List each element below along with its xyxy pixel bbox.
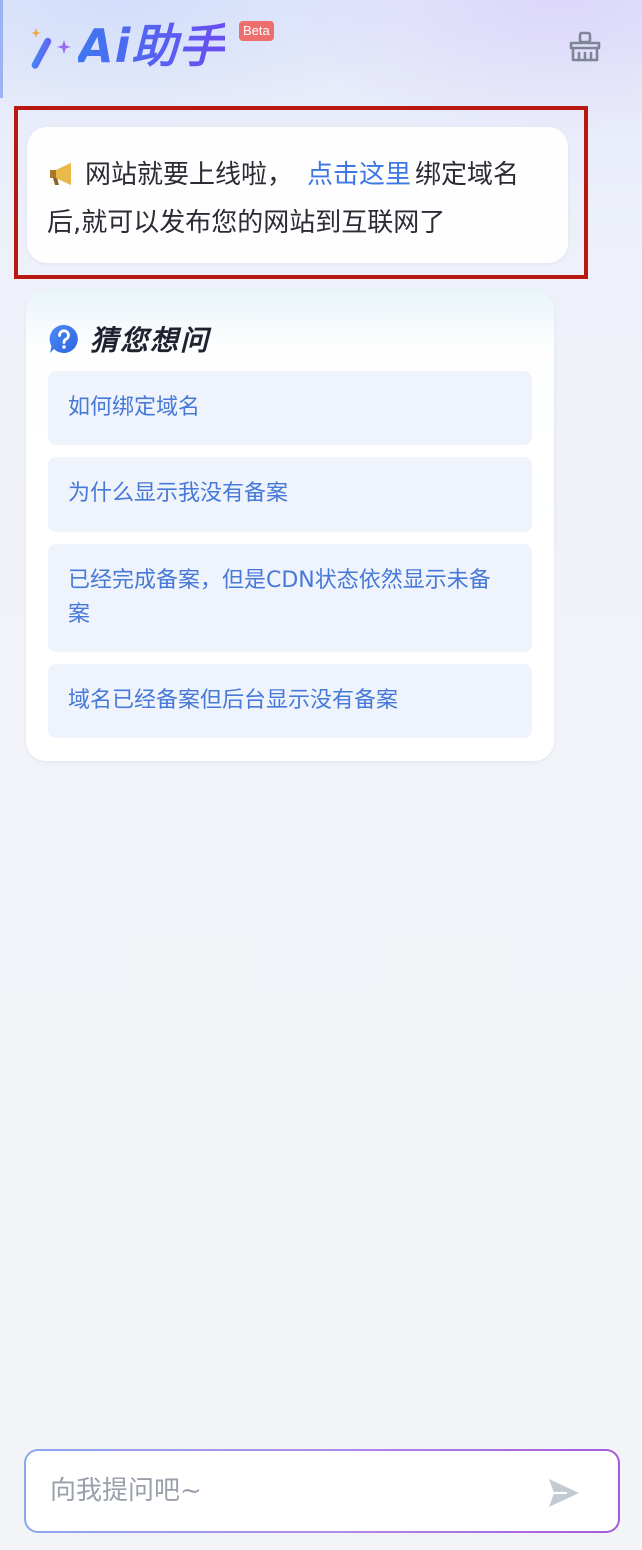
magic-wand-icon xyxy=(31,28,71,69)
suggestion-item[interactable]: 已经完成备案，但是CDN状态依然显示未备案 xyxy=(48,544,532,652)
suggestions-title: 猜您想问 xyxy=(90,324,211,357)
suggestions-header: 猜您想问 xyxy=(48,321,210,357)
notice-text-before: 网站就要上线啦， xyxy=(85,160,294,190)
send-icon[interactable] xyxy=(546,1475,582,1511)
logo-text: Ai助手 xyxy=(78,16,225,76)
megaphone-icon xyxy=(50,163,71,185)
app-header: Ai助手 Beta xyxy=(0,0,642,96)
chat-input-container xyxy=(26,1451,618,1531)
suggestion-item[interactable]: 域名已经备案但后台显示没有备案 xyxy=(48,664,532,738)
broom-icon[interactable] xyxy=(566,28,604,66)
beta-badge: Beta xyxy=(239,21,274,41)
question-bubble-icon xyxy=(49,324,78,353)
suggestion-item[interactable]: 如何绑定域名 xyxy=(48,371,532,445)
question-input[interactable] xyxy=(50,1451,530,1531)
suggestion-item[interactable]: 为什么显示我没有备案 xyxy=(48,457,532,532)
notice-message: 网站就要上线啦， 点击这里 绑定域名后,就可以发布您的网站到互联网了 xyxy=(27,127,568,263)
bind-domain-link[interactable]: 点击这里 xyxy=(307,160,411,190)
suggested-questions-panel: 猜您想问 如何绑定域名 为什么显示我没有备案 已经完成备案，但是CDN状态依然显… xyxy=(26,289,554,761)
chat-input-bar xyxy=(24,1449,620,1533)
